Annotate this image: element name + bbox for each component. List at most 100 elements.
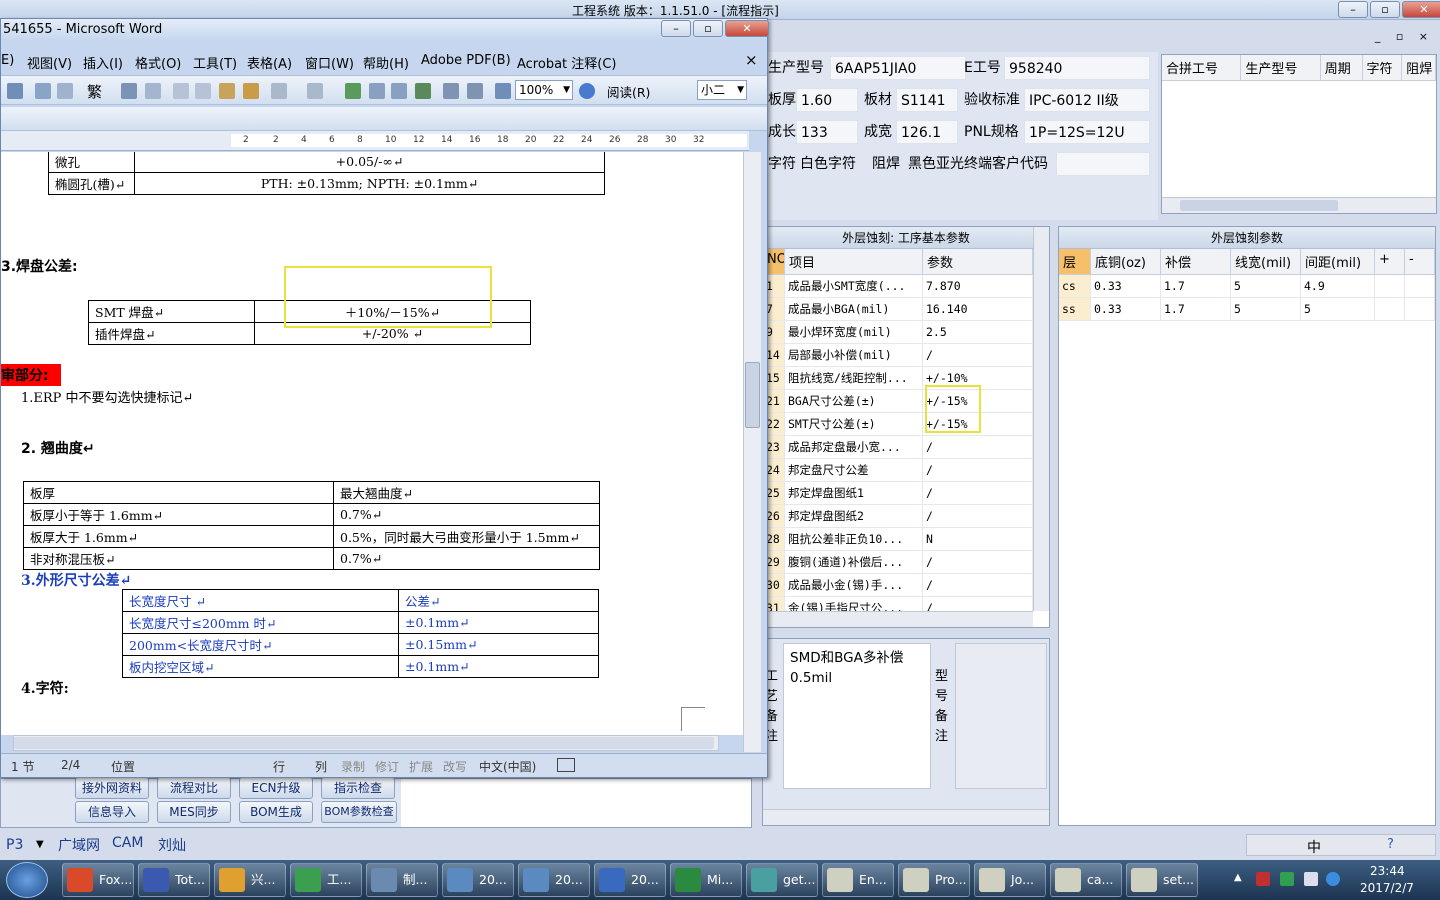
clock-time[interactable]: 23:44 bbox=[1370, 864, 1405, 878]
taskbar-item[interactable]: Mi... bbox=[670, 863, 742, 897]
table-row[interactable]: 28 阻抗公差非正负10... N bbox=[763, 528, 1049, 551]
insert-table-icon[interactable] bbox=[391, 83, 407, 99]
spelling-status-icon[interactable] bbox=[557, 758, 575, 772]
redo-icon[interactable] bbox=[307, 83, 323, 99]
insert-excel-icon[interactable] bbox=[415, 83, 431, 99]
taskbar-item[interactable]: 20... bbox=[442, 863, 514, 897]
zoom-select[interactable]: 100% ▼ bbox=[515, 80, 573, 100]
bom-check-button[interactable]: BOM参数检查 bbox=[321, 801, 397, 823]
tray-expand-icon[interactable]: ▲ bbox=[1234, 872, 1242, 883]
network-icon[interactable] bbox=[1304, 872, 1318, 886]
basic-params-vscroll[interactable] bbox=[1033, 227, 1049, 611]
undo-icon[interactable] bbox=[271, 83, 287, 99]
merge-col-header[interactable]: 阻焊 bbox=[1402, 55, 1437, 80]
client-value[interactable] bbox=[1056, 152, 1150, 176]
e-job-value[interactable]: 958240 bbox=[1004, 56, 1150, 80]
length-value[interactable]: 133 bbox=[796, 120, 858, 144]
merge-grid-hscroll[interactable] bbox=[1162, 197, 1436, 213]
maximize-button[interactable]: ▫ bbox=[1370, 1, 1400, 18]
flow-compare-button[interactable]: 流程对比 bbox=[157, 777, 231, 799]
table-row[interactable]: 31 金(锡)手指尺寸公... / bbox=[763, 597, 1049, 611]
notes-hscroll[interactable] bbox=[763, 809, 1049, 825]
taskbar-item[interactable]: En... bbox=[822, 863, 894, 897]
copy-icon[interactable] bbox=[195, 83, 211, 99]
spelling-icon[interactable] bbox=[121, 83, 137, 99]
word-vscroll[interactable] bbox=[743, 152, 761, 752]
tab-wan[interactable]: 广域网 bbox=[58, 835, 100, 855]
table-row[interactable]: 9 最小焊环宽度(mil) 2.5 bbox=[763, 321, 1049, 344]
table-row[interactable]: ss 0.33 1.7 5 5 bbox=[1059, 298, 1435, 321]
cut-icon[interactable] bbox=[173, 83, 189, 99]
format-painter-icon[interactable] bbox=[243, 83, 259, 99]
close-button[interactable]: ✕ bbox=[1402, 1, 1440, 18]
material-value[interactable]: S1141 bbox=[896, 88, 958, 112]
start-button[interactable] bbox=[6, 862, 48, 898]
table-row[interactable]: 24 邦定盘尺寸公差 / bbox=[763, 459, 1049, 482]
table-row[interactable]: 30 成品最小金(锡)手... / bbox=[763, 574, 1049, 597]
scroll-thumb[interactable] bbox=[14, 737, 714, 749]
status-track[interactable]: 修订 bbox=[375, 758, 399, 775]
table-row[interactable]: 23 成品邦定盘最小宽... / bbox=[763, 436, 1049, 459]
fetch-external-button[interactable]: 接外网资料 bbox=[75, 777, 149, 799]
mes-sync-button[interactable]: MES同步 bbox=[157, 801, 231, 823]
etch-col-header[interactable]: + bbox=[1375, 249, 1405, 274]
tables-borders-icon[interactable] bbox=[369, 83, 385, 99]
merge-col-header[interactable]: 生产型号 bbox=[1241, 55, 1321, 80]
menu-view[interactable]: 视图(V) bbox=[27, 53, 72, 72]
process-note-text[interactable]: SMD和BGA多补偿0.5mil bbox=[783, 643, 931, 789]
taskbar-item[interactable]: 20... bbox=[594, 863, 666, 897]
etch-col-header[interactable]: 底铜(oz) bbox=[1091, 249, 1161, 274]
taskbar-item[interactable]: set... bbox=[1126, 863, 1198, 897]
horizontal-ruler[interactable]: 2 2 4 6 8 10 12 14 16 18 20 22 24 26 28 30 32 bbox=[1, 131, 749, 151]
menu-adobe-pdf[interactable]: Adobe PDF(B) bbox=[421, 53, 511, 68]
ecn-upgrade-button[interactable]: ECN升级 bbox=[239, 777, 313, 799]
read-mode-button[interactable]: 阅读(R) bbox=[607, 82, 650, 101]
taskbar-item[interactable]: 兴... bbox=[214, 863, 286, 897]
etch-col-header[interactable]: 线宽(mil) bbox=[1231, 249, 1301, 274]
status-extend[interactable]: 扩展 bbox=[409, 758, 433, 775]
tray-flag-icon[interactable] bbox=[1256, 872, 1270, 886]
font-size-select[interactable]: 小二 ▼ bbox=[697, 80, 747, 100]
clock-date[interactable]: 2017/2/7 bbox=[1360, 881, 1414, 895]
taskbar-item[interactable]: Fox... bbox=[62, 863, 134, 897]
help-icon[interactable] bbox=[579, 83, 595, 99]
prod-model-value[interactable]: 6AAP51JIA0 bbox=[830, 56, 966, 80]
table-row[interactable]: 21 BGA尺寸公差(±) +/-15% bbox=[763, 390, 1049, 413]
menu-edit[interactable]: E) bbox=[1, 53, 14, 68]
word-hscroll[interactable] bbox=[13, 735, 719, 751]
traditional-chinese-button[interactable]: 繁 bbox=[87, 81, 102, 102]
taskbar-item[interactable]: Jo... bbox=[974, 863, 1046, 897]
menu-tools[interactable]: 工具(T) bbox=[193, 53, 237, 72]
taskbar-item[interactable]: Pro... bbox=[898, 863, 970, 897]
model-note-text[interactable] bbox=[955, 643, 1047, 789]
menu-table[interactable]: 表格(A) bbox=[247, 53, 292, 72]
status-record[interactable]: 录制 bbox=[341, 758, 365, 775]
status-overtype[interactable]: 改写 bbox=[443, 758, 467, 775]
browser-tray-icon[interactable] bbox=[1326, 872, 1340, 886]
help-icon[interactable]: ? bbox=[1387, 837, 1394, 852]
etch-col-header[interactable]: 层 bbox=[1059, 249, 1091, 274]
merge-col-header[interactable]: 合拼工号 bbox=[1162, 55, 1242, 80]
table-row[interactable]: 7 成品最小BGA(mil) 16.140 bbox=[763, 298, 1049, 321]
tab-user[interactable]: 刘灿 bbox=[158, 835, 186, 855]
ime-mode[interactable]: 中 bbox=[1307, 837, 1321, 857]
menu-insert[interactable]: 插入(I) bbox=[83, 53, 123, 72]
drawing-icon[interactable] bbox=[467, 83, 483, 99]
doc-map-icon[interactable] bbox=[495, 83, 511, 99]
columns-icon[interactable] bbox=[443, 83, 459, 99]
word-close-button[interactable]: ✕ bbox=[725, 20, 769, 37]
scroll-thumb[interactable] bbox=[1180, 200, 1338, 211]
menu-acrobat[interactable]: Acrobat 注释(C) bbox=[517, 53, 617, 72]
info-import-button[interactable]: 信息导入 bbox=[75, 801, 149, 823]
minimize-button[interactable]: – bbox=[1338, 1, 1368, 18]
tab-cam[interactable]: CAM bbox=[112, 835, 143, 851]
taskbar-item[interactable]: ca... bbox=[1050, 863, 1122, 897]
menu-close-icon[interactable]: × bbox=[745, 51, 758, 69]
table-row[interactable]: cs 0.33 1.7 5 4.9 bbox=[1059, 275, 1435, 298]
paste-icon[interactable] bbox=[219, 83, 235, 99]
print-preview-icon[interactable] bbox=[35, 83, 51, 99]
word-minimize-button[interactable]: – bbox=[661, 20, 691, 37]
taskbar-item[interactable]: 工... bbox=[290, 863, 362, 897]
table-row[interactable]: 29 腹铜(通道)补偿后... / bbox=[763, 551, 1049, 574]
document-page[interactable]: 微孔 +0.05/-∞↵ 椭圆孔(槽)↵ PTH: ±0.13mm; NPTH: ±0… bbox=[1, 152, 743, 735]
